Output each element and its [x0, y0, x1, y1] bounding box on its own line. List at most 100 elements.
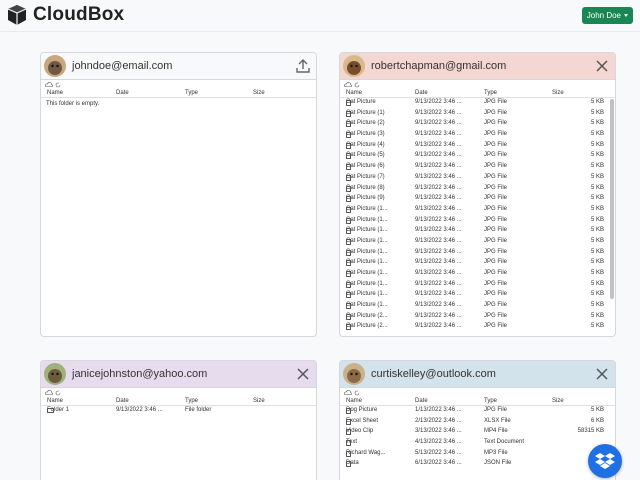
- file-row[interactable]: Cat Picture (1... 9/13/2022 3:46 ... JPG F…: [340, 205, 615, 216]
- column-header-name[interactable]: Name: [346, 398, 362, 404]
- column-header-name[interactable]: Name: [47, 398, 63, 404]
- path-toolbar: [41, 388, 316, 397]
- scrollbar[interactable]: [610, 99, 614, 299]
- column-header-name[interactable]: Name: [346, 90, 362, 96]
- file-row[interactable]: Cat Picture 9/13/2022 3:46 ... JPG File 5 K…: [340, 98, 615, 109]
- file-name-text: Cat Picture (6): [346, 163, 385, 170]
- file-date: 3/13/2022 3:46 ...: [415, 428, 462, 435]
- close-button[interactable]: [294, 365, 312, 383]
- column-header-type[interactable]: Type: [484, 398, 497, 404]
- file-row[interactable]: Cat Picture (1... 9/13/2022 3:46 ... JPG F…: [340, 216, 615, 227]
- file-name: Cat Picture (2): [346, 120, 385, 128]
- column-header-name[interactable]: Name: [47, 90, 63, 96]
- file-icon: [346, 450, 351, 457]
- column-header-type[interactable]: Type: [484, 90, 497, 96]
- file-row[interactable]: Richard Wag... 5/13/2022 3:46 ... MP3 File…: [340, 449, 615, 460]
- panel-header: curtiskelley@outlook.com: [340, 361, 615, 388]
- file-icon: [346, 324, 351, 331]
- file-row[interactable]: Folder 1 9/13/2022 3:46 ... File folder: [41, 406, 316, 417]
- file-row[interactable]: Cat Picture (1... 9/13/2022 3:46 ... JPG F…: [340, 248, 615, 259]
- column-header-date[interactable]: Date: [415, 398, 428, 404]
- file-name-text: Cat Picture (1...: [346, 227, 388, 234]
- refresh-icon[interactable]: [354, 390, 360, 396]
- file-size: 5 KB: [590, 184, 604, 191]
- dropbox-button[interactable]: [588, 444, 622, 478]
- file-icon: [346, 303, 351, 310]
- file-row[interactable]: Cat Picture (2... 9/13/2022 3:46 ... JPG F…: [340, 312, 615, 323]
- file-row[interactable]: Cat Picture (1... 9/13/2022 3:46 ... JPG F…: [340, 280, 615, 291]
- refresh-icon[interactable]: [55, 390, 61, 396]
- file-icon: [346, 164, 351, 171]
- file-type: JPG File: [484, 248, 508, 255]
- file-row[interactable]: Excel Sheet 2/13/2022 3:46 ... XLSX File 6 …: [340, 417, 615, 428]
- file-date: 6/13/2022 3:46 ...: [415, 460, 462, 467]
- close-icon: [297, 368, 309, 380]
- file-type: JPG File: [484, 195, 508, 202]
- column-header-size[interactable]: Size: [253, 398, 265, 404]
- file-date: 9/13/2022 3:46 ...: [415, 120, 462, 127]
- close-button[interactable]: [593, 57, 611, 75]
- column-header-type[interactable]: Type: [185, 398, 198, 404]
- refresh-icon[interactable]: [354, 82, 360, 88]
- file-name: Cat Picture (1...: [346, 249, 388, 256]
- path-toolbar: [41, 80, 316, 89]
- file-row[interactable]: Video Clip 3/13/2022 3:46 ... MP4 File 5831…: [340, 427, 615, 438]
- file-row[interactable]: Cat Picture (6) 9/13/2022 3:46 ... JPG Fil…: [340, 162, 615, 173]
- file-name: Cat Picture (1...: [346, 238, 388, 245]
- file-row[interactable]: Cat Picture (2) 9/13/2022 3:46 ... JPG Fil…: [340, 119, 615, 130]
- file-row[interactable]: Cat Picture (1) 9/13/2022 3:46 ... JPG Fil…: [340, 109, 615, 120]
- file-row[interactable]: Cat Picture (7) 9/13/2022 3:46 ... JPG Fil…: [340, 173, 615, 184]
- file-name: Cat Picture (3): [346, 131, 385, 139]
- refresh-icon[interactable]: [55, 82, 61, 88]
- empty-folder-message: This folder is empty.: [46, 101, 100, 107]
- column-header-size[interactable]: Size: [552, 90, 564, 96]
- file-row[interactable]: Cat Picture (3) 9/13/2022 3:46 ... JPG Fil…: [340, 130, 615, 141]
- file-row[interactable]: Cat Picture (1... 9/13/2022 3:46 ... JPG F…: [340, 301, 615, 312]
- column-header-date[interactable]: Date: [415, 90, 428, 96]
- navbar: CloudBox John Doe: [0, 0, 640, 32]
- file-icon: [346, 100, 351, 106]
- file-date: 9/13/2022 3:46 ...: [415, 131, 462, 138]
- file-size: 5 KB: [590, 248, 604, 255]
- account-email: johndoe@email.com: [72, 60, 173, 72]
- file-row[interactable]: Cat Picture (8) 9/13/2022 3:46 ... JPG Fil…: [340, 184, 615, 195]
- file-size: 5 KB: [590, 237, 604, 244]
- file-date: 9/13/2022 3:46 ...: [415, 323, 462, 330]
- file-date: 9/13/2022 3:46 ...: [415, 270, 462, 276]
- file-size: 5 KB: [590, 120, 604, 127]
- column-header-size[interactable]: Size: [552, 398, 564, 404]
- file-row[interactable]: Text 4/13/2022 3:46 ... Text Document: [340, 438, 615, 449]
- file-row[interactable]: Data 6/13/2022 3:46 ... JSON File: [340, 459, 615, 470]
- file-name-text: Cat Picture (2): [346, 120, 385, 127]
- close-button[interactable]: [593, 365, 611, 383]
- column-header-size[interactable]: Size: [253, 90, 265, 96]
- drive-panel: janicejohnston@yahoo.com Name Date Type Size…: [40, 360, 317, 480]
- file-icon: [346, 249, 351, 256]
- file-row[interactable]: Cat Picture (1... 9/13/2022 3:46 ... JPG F…: [340, 258, 615, 269]
- file-size: 5 KB: [590, 312, 604, 319]
- file-row[interactable]: Cat Picture (1... 9/13/2022 3:46 ... JPG F…: [340, 226, 615, 237]
- file-row[interactable]: Cat Picture (1... 9/13/2022 3:46 ... JPG F…: [340, 269, 615, 280]
- avatar: [44, 363, 66, 385]
- brand[interactable]: CloudBox: [6, 4, 124, 26]
- file-date: 9/13/2022 3:46 ...: [415, 99, 462, 105]
- column-header-date[interactable]: Date: [116, 90, 129, 96]
- file-icon: [346, 429, 351, 436]
- upload-button[interactable]: [294, 57, 312, 75]
- file-type: Text Document: [484, 439, 525, 446]
- file-type: JSON File: [484, 460, 512, 467]
- user-menu-button[interactable]: John Doe: [581, 7, 633, 24]
- file-type: JPG File: [484, 152, 508, 159]
- column-header-type[interactable]: Type: [185, 90, 198, 96]
- file-icon: [346, 418, 351, 425]
- file-row[interactable]: Cat Picture (1... 9/13/2022 3:46 ... JPG F…: [340, 237, 615, 248]
- file-date: 9/13/2022 3:46 ...: [415, 109, 462, 116]
- file-type: JPG File: [484, 173, 508, 180]
- file-row[interactable]: Dog Picture 1/13/2022 3:46 ... JPG File 5 K…: [340, 406, 615, 417]
- file-row[interactable]: Cat Picture (5) 9/13/2022 3:46 ... JPG Fil…: [340, 151, 615, 162]
- file-row[interactable]: Cat Picture (1... 9/13/2022 3:46 ... JPG F…: [340, 290, 615, 301]
- column-header-date[interactable]: Date: [116, 398, 129, 404]
- file-row[interactable]: Cat Picture (4) 9/13/2022 3:46 ... JPG Fil…: [340, 141, 615, 152]
- file-row[interactable]: Cat Picture (9) 9/13/2022 3:46 ... JPG Fil…: [340, 194, 615, 205]
- file-row[interactable]: Cat Picture (2... 9/13/2022 3:46 ... JPG F…: [340, 322, 615, 333]
